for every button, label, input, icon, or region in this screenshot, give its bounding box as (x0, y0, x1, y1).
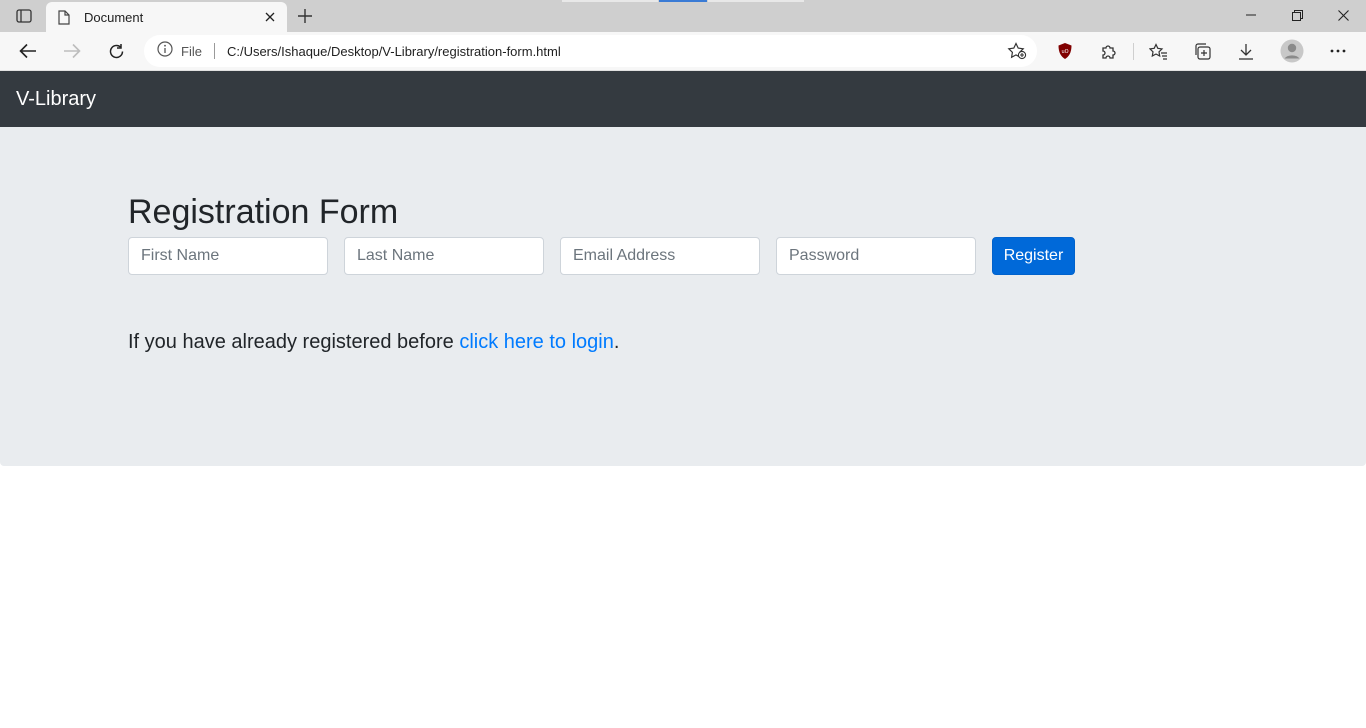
last-name-input[interactable] (344, 237, 544, 275)
restore-icon[interactable] (1274, 0, 1320, 30)
close-icon[interactable] (263, 10, 277, 24)
toolbar-divider (1133, 43, 1134, 60)
registration-jumbotron: Registration Form Register If you have a… (0, 127, 1366, 466)
login-link[interactable]: click here to login (459, 331, 614, 353)
navbar: V-Library (0, 71, 1366, 127)
tab-strip-indicator (708, 0, 804, 2)
login-note-prefix: If you have already registered before (128, 331, 460, 353)
more-icon[interactable] (1322, 36, 1354, 66)
collections-icon[interactable] (1186, 36, 1218, 66)
forward-icon[interactable] (56, 36, 88, 66)
address-divider (213, 43, 215, 59)
page-icon (58, 9, 74, 25)
tab-document[interactable]: Document (46, 2, 287, 32)
browser-toolbar: File C:/Users/Ishaque/Desktop/V-Library/… (0, 32, 1366, 71)
register-button[interactable]: Register (992, 237, 1075, 275)
tab-strip-indicator (562, 0, 658, 2)
plus-icon[interactable] (293, 5, 317, 27)
url-text[interactable]: C:/Users/Ishaque/Desktop/V-Library/regis… (227, 44, 561, 59)
download-icon[interactable] (1230, 36, 1262, 66)
info-icon[interactable] (157, 40, 173, 62)
page-title: Registration Form (128, 193, 399, 231)
refresh-icon[interactable] (100, 36, 132, 66)
minimize-icon[interactable] (1228, 0, 1274, 30)
back-icon[interactable] (12, 36, 44, 66)
tab-strip: Document (0, 0, 1366, 32)
svg-text:uO: uO (1061, 49, 1068, 55)
address-bar[interactable]: File C:/Users/Ishaque/Desktop/V-Library/… (144, 35, 1037, 67)
tab-actions-icon[interactable] (10, 6, 38, 26)
profile-icon[interactable] (1276, 36, 1308, 66)
email-input[interactable] (560, 237, 760, 275)
first-name-input[interactable] (128, 237, 328, 275)
tab-strip-indicator-active (659, 0, 707, 2)
navbar-brand[interactable]: V-Library (16, 88, 96, 111)
tab-title: Document (84, 9, 144, 25)
address-scheme: File (181, 43, 202, 59)
ublock-icon[interactable]: uO (1049, 36, 1081, 66)
extensions-icon[interactable] (1093, 36, 1125, 66)
password-input[interactable] (776, 237, 976, 275)
favorites-icon[interactable] (1142, 36, 1174, 66)
favorite-add-icon[interactable] (1007, 42, 1027, 60)
window-close-icon[interactable] (1320, 0, 1366, 30)
login-note-suffix: . (613, 331, 620, 353)
login-note: If you have already registered before cl… (128, 331, 619, 354)
